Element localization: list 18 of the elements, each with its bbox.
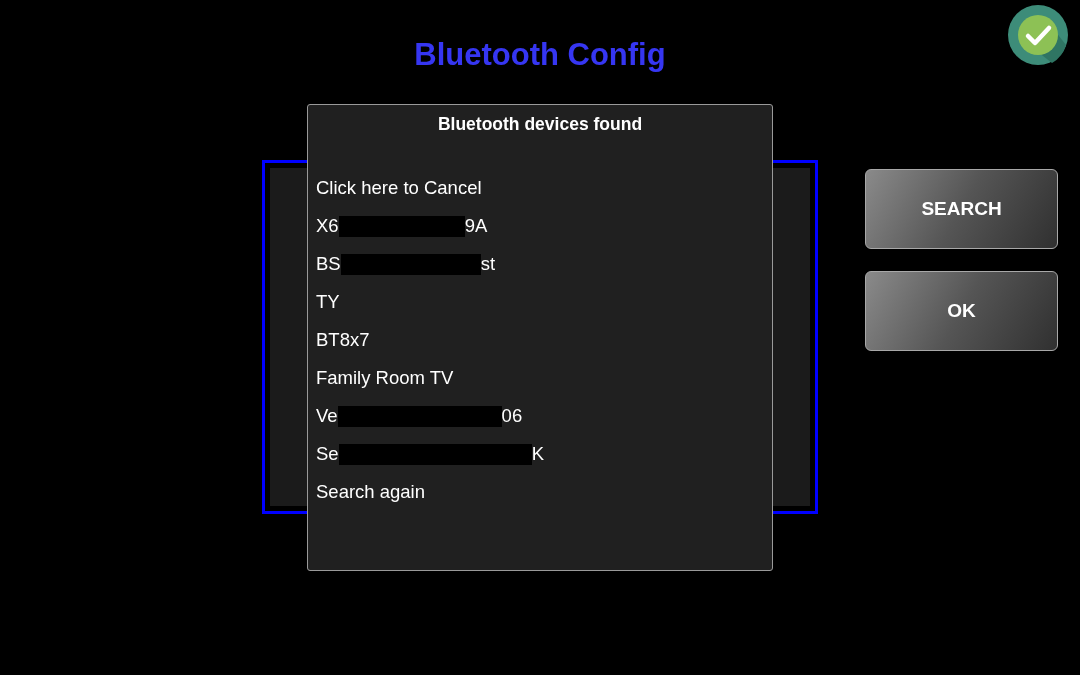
device-name-text: BS xyxy=(316,252,341,276)
device-name-text: 9A xyxy=(464,214,488,238)
device-name-text: K xyxy=(531,442,544,466)
list-item[interactable]: Search again xyxy=(316,480,426,504)
check-badge-icon xyxy=(1008,5,1068,65)
list-item[interactable]: TY xyxy=(316,290,340,314)
list-item[interactable]: Click here to Cancel xyxy=(316,176,482,200)
device-name-text: Ve xyxy=(316,404,338,428)
device-name-text: 06 xyxy=(501,404,523,428)
list-item[interactable]: Family Room TV xyxy=(316,366,454,390)
device-name-text: st xyxy=(480,252,496,276)
device-name-text: Se xyxy=(316,442,339,466)
app-title: Bluetooth Config xyxy=(414,36,666,74)
action-button[interactable]: SEARCH xyxy=(865,169,1058,249)
device-name-text: X6 xyxy=(316,214,339,238)
dialog-title: Bluetooth devices found xyxy=(436,113,644,135)
action-button[interactable]: OK xyxy=(865,271,1058,351)
list-item[interactable]: BT8x7 xyxy=(316,328,370,352)
